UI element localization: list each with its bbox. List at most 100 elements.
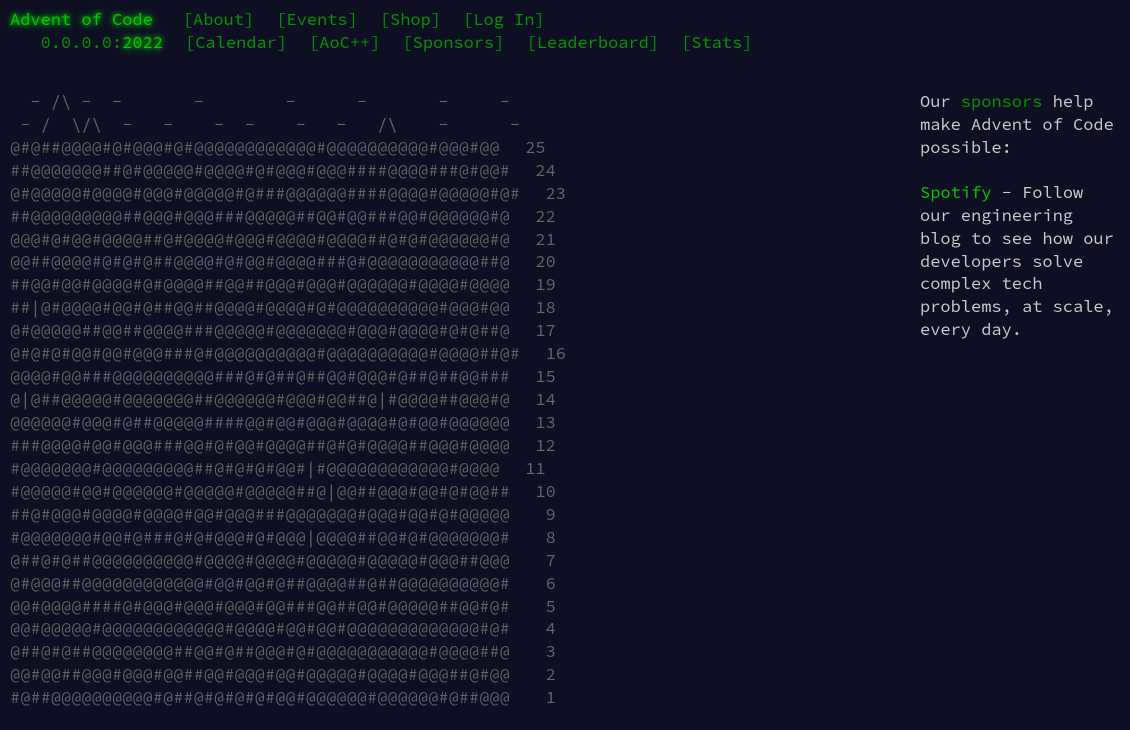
site-header: Advent of Code [About] [Events] [Shop] [… xyxy=(10,8,1120,54)
calendar-day-row[interactable]: ###@@@@#@@#@@@###@@#@#@@#@@@@##@#@#@@@@#… xyxy=(10,434,566,457)
nav-leaderboard[interactable]: Leaderboard xyxy=(537,31,649,54)
calendar-day-row[interactable]: @#@#@#@@#@@#@@@###@#@@@@@@@@@@#@@@@@@@@@… xyxy=(10,342,566,365)
calendar-day-ascii: @@#@@##@@@#@@@#@@##@@#@@@#@@#@@@@@#@@@@#… xyxy=(10,663,510,685)
calendar-day-ascii: ##@@@@@@@@@##@@@#@@@###@@@@@##@@#@@###@@… xyxy=(10,205,510,227)
calendar-day-number: 4 xyxy=(528,617,556,640)
calendar-day-row[interactable]: @#@##@@@@#@#@@@#@#@@@@@@@@@@@@#@@@@@@@@@… xyxy=(10,136,566,159)
calendar-day-ascii: ###@@@@#@@#@@@###@@#@#@@#@@@@##@#@#@@@@#… xyxy=(10,434,510,456)
calendar-day-number: 8 xyxy=(528,526,556,549)
calendar-day-number: 21 xyxy=(528,228,556,251)
calendar-day-number: 22 xyxy=(528,205,556,228)
nav-calendar[interactable]: Calendar xyxy=(195,31,277,54)
intro-pre: Our xyxy=(920,90,961,112)
calendar-day-number: 20 xyxy=(528,250,556,273)
sponsor-entry: Spotify - Follow our engineering blog to… xyxy=(920,181,1120,342)
calendar-day-row[interactable]: @|@##@@@@@#@@@@@@@##@@@@@@#@@@#@@##@|#@@… xyxy=(10,388,566,411)
calendar-day-ascii: @@##@@@@#@#@#@##@@@@#@#@@#@@@@###@#@@@@@… xyxy=(10,250,510,272)
header-row-1: Advent of Code [About] [Events] [Shop] [… xyxy=(10,8,1120,31)
calendar-day-number: 25 xyxy=(518,136,546,159)
calendar-day-row[interactable]: @@#@@@@####@#@@@#@@@#@@@#@@###@@##@@#@@@… xyxy=(10,595,566,618)
calendar-day-ascii: @@#@@@@####@#@@@#@@@#@@@#@@###@@##@@#@@@… xyxy=(10,595,510,617)
calendar-day-number: 2 xyxy=(528,663,556,686)
calendar-day-ascii: @##@#@##@@@@@@@@@@#@@@@#@@@@#@@@@@#@@@@@… xyxy=(10,549,510,571)
nav-sponsors[interactable]: Sponsors xyxy=(413,31,495,54)
calendar-day-row[interactable]: #@##@@@@@@@@@@#@##@#@#@#@#@@#@@@@@@#@@@@… xyxy=(10,686,566,709)
nav-shop[interactable]: Shop xyxy=(390,8,431,31)
calendar-day-row[interactable]: @##@#@##@@@@@@@@##@@#@##@@@#@#@@@@@@@@@@… xyxy=(10,640,566,663)
calendar-day-row[interactable]: @##@#@##@@@@@@@@@@#@@@@#@@@@#@@@@@#@@@@@… xyxy=(10,549,566,572)
calendar-day-ascii: @@@@@@#@@@#@##@@@@@####@@#@@#@@@#@@@@#@#… xyxy=(10,411,510,433)
calendar-day-row[interactable]: ##@@@@@@@@@##@@@#@@@###@@@@@##@@#@@###@@… xyxy=(10,205,566,228)
calendar-day-ascii: @|@##@@@@@#@@@@@@@##@@@@@@#@@@#@@##@|#@@… xyxy=(10,388,510,410)
sponsor-sidebar: Our sponsors help make Advent of Code po… xyxy=(920,90,1120,709)
nav-aocpp[interactable]: AoC++ xyxy=(319,31,370,54)
calendar-decor-line: - / \/\ - - - - - - /\ - - xyxy=(10,113,566,136)
user-label: 0.0.0.0: xyxy=(41,31,123,54)
calendar-day-ascii: @@@#@#@@#@@@@##@#@@@@#@@@#@@@@#@@@@##@#@… xyxy=(10,228,510,250)
calendar-day-number: 23 xyxy=(538,182,566,205)
calendar-day-ascii: @@@@#@@###@@@@@@@@@@###@#@##@##@@#@@@#@#… xyxy=(10,365,510,387)
calendar-day-ascii: ##@#@@@#@@@@#@@@@#@@#@@@###@@@@@@@#@@@#@… xyxy=(10,503,510,525)
sponsor-name-link[interactable]: Spotify xyxy=(920,181,991,203)
calendar-day-row[interactable]: @@@@@@#@@@#@##@@@@@####@@#@@#@@@#@@@@#@#… xyxy=(10,411,566,434)
calendar-day-number: 9 xyxy=(528,503,556,526)
calendar-day-row[interactable]: @@@#@#@@#@@@@##@#@@@@#@@@#@@@@#@@@@##@#@… xyxy=(10,228,566,251)
calendar-day-ascii: ##@@#@@#@@@@#@#@@@@##@@##@@@#@@@#@@@@@@#… xyxy=(10,273,510,295)
calendar-day-number: 1 xyxy=(528,686,556,709)
calendar-day-row[interactable]: ##@#@@@#@@@@#@@@@#@@#@@@###@@@@@@@#@@@#@… xyxy=(10,503,566,526)
calendar-day-row[interactable]: @#@@@##@@@@@@@@@@@@#@@#@@#@##@@@@##@##@@… xyxy=(10,572,566,595)
calendar-day-row[interactable]: #@@@@@@@#@@@@@@@@@##@#@#@#@@#|#@@@@@@@@@… xyxy=(10,457,566,480)
calendar-day-row[interactable]: @@##@@@@#@#@#@##@@@@#@#@@#@@@@###@#@@@@@… xyxy=(10,250,566,273)
calendar-day-number: 14 xyxy=(528,388,556,411)
calendar-day-row[interactable]: ##|@#@@@@#@@#@##@@##@@@@#@@@@#@#@@@@@@@@… xyxy=(10,296,566,319)
calendar-day-row[interactable]: @@#@@##@@@#@@@#@@##@@#@@@#@@#@@@@@#@@@@#… xyxy=(10,663,566,686)
year-link[interactable]: 2022 xyxy=(122,31,163,54)
calendar-day-row[interactable]: @#@@@@@##@@##@@@@###@@@@@#@@@@@@@#@@@#@@… xyxy=(10,319,566,342)
nav-events[interactable]: Events xyxy=(286,8,347,31)
calendar-day-ascii: @#@@@##@@@@@@@@@@@@#@@#@@#@##@@@@##@##@@… xyxy=(10,572,510,594)
calendar-day-ascii: @#@#@#@@#@@#@@@###@#@@@@@@@@@@#@@@@@@@@@… xyxy=(10,342,520,364)
calendar-day-ascii: ##|@#@@@@#@@#@##@@##@@@@#@@@@#@#@@@@@@@@… xyxy=(10,296,510,318)
calendar-day-number: 7 xyxy=(528,549,556,572)
sponsor-intro: Our sponsors help make Advent of Code po… xyxy=(920,90,1120,159)
calendar-day-ascii: @#@@@@@##@@##@@@@###@@@@@#@@@@@@@#@@@#@@… xyxy=(10,319,510,341)
calendar-day-ascii: @##@#@##@@@@@@@@##@@#@##@@@#@#@@@@@@@@@@… xyxy=(10,640,510,662)
calendar-day-ascii: #@@@@@#@@#@@@@@@#@@@@@#@@@@@##@|@@##@@@#… xyxy=(10,480,510,502)
calendar-day-ascii: #@##@@@@@@@@@@#@##@#@#@#@#@@#@@@@@@#@@@@… xyxy=(10,686,510,708)
calendar-day-number: 13 xyxy=(528,411,556,434)
calendar-day-number: 11 xyxy=(518,457,546,480)
calendar-day-number: 3 xyxy=(528,640,556,663)
calendar-day-number: 24 xyxy=(528,159,556,182)
calendar-day-row[interactable]: @@#@@@@@#@@@@@@@@@@@@#@@@@#@@#@@#@@@@@@@… xyxy=(10,617,566,640)
calendar-day-number: 16 xyxy=(538,342,566,365)
sponsor-sep: - xyxy=(991,181,1022,203)
calendar-day-ascii: #@@@@@@@#@@#@###@#@#@@@#@#@@@|@@@@##@@#@… xyxy=(10,526,510,548)
calendar-grid: - /\ - - - - - - - - / \/\ - - - - - - /… xyxy=(10,90,566,709)
calendar-day-row[interactable]: @#@@@@@#@@@@#@@@#@@@@@#@###@@@@@@####@@@… xyxy=(10,182,566,205)
calendar-day-number: 10 xyxy=(528,480,556,503)
nav-login[interactable]: Log In xyxy=(473,8,534,31)
calendar-day-ascii: ##@@@@@@@##@#@@@@@#@@@@#@#@@@#@@@####@@@… xyxy=(10,159,510,181)
header-row-2: 0.0.0.0:2022 [Calendar] [AoC++] [Sponsor… xyxy=(10,31,1120,54)
calendar-day-row[interactable]: #@@@@@@@#@@#@###@#@#@@@#@#@@@|@@@@##@@#@… xyxy=(10,526,566,549)
calendar-day-row[interactable]: ##@@#@@#@@@@#@#@@@@##@@##@@@#@@@#@@@@@@#… xyxy=(10,273,566,296)
calendar-decor-line: - /\ - - - - - - - xyxy=(10,90,566,113)
calendar-day-row[interactable]: #@@@@@#@@#@@@@@@#@@@@@#@@@@@##@|@@##@@@#… xyxy=(10,480,566,503)
main-content: - /\ - - - - - - - - / \/\ - - - - - - /… xyxy=(10,90,1120,709)
site-title[interactable]: Advent of Code xyxy=(10,8,153,31)
calendar-day-number: 12 xyxy=(528,434,556,457)
calendar-day-ascii: @#@@@@@#@@@@#@@@#@@@@@#@###@@@@@@####@@@… xyxy=(10,182,520,204)
calendar-day-number: 17 xyxy=(528,319,556,342)
calendar-day-number: 19 xyxy=(528,273,556,296)
calendar-day-number: 5 xyxy=(528,595,556,618)
calendar-day-ascii: #@@@@@@@#@@@@@@@@@##@#@#@#@@#|#@@@@@@@@@… xyxy=(10,457,500,479)
sponsors-link[interactable]: sponsors xyxy=(961,90,1043,112)
calendar-day-number: 6 xyxy=(528,572,556,595)
calendar-day-ascii: @#@##@@@@#@#@@@#@#@@@@@@@@@@@@#@@@@@@@@@… xyxy=(10,136,500,158)
nav-stats[interactable]: Stats xyxy=(691,31,742,54)
calendar-day-ascii: @@#@@@@@#@@@@@@@@@@@@#@@@@#@@#@@#@@@@@@@… xyxy=(10,617,510,639)
nav-about[interactable]: About xyxy=(193,8,244,31)
calendar-day-number: 15 xyxy=(528,365,556,388)
calendar-day-row[interactable]: ##@@@@@@@##@#@@@@@#@@@@#@#@@@#@@@####@@@… xyxy=(10,159,566,182)
calendar-day-row[interactable]: @@@@#@@###@@@@@@@@@@###@#@##@##@@#@@@#@#… xyxy=(10,365,566,388)
